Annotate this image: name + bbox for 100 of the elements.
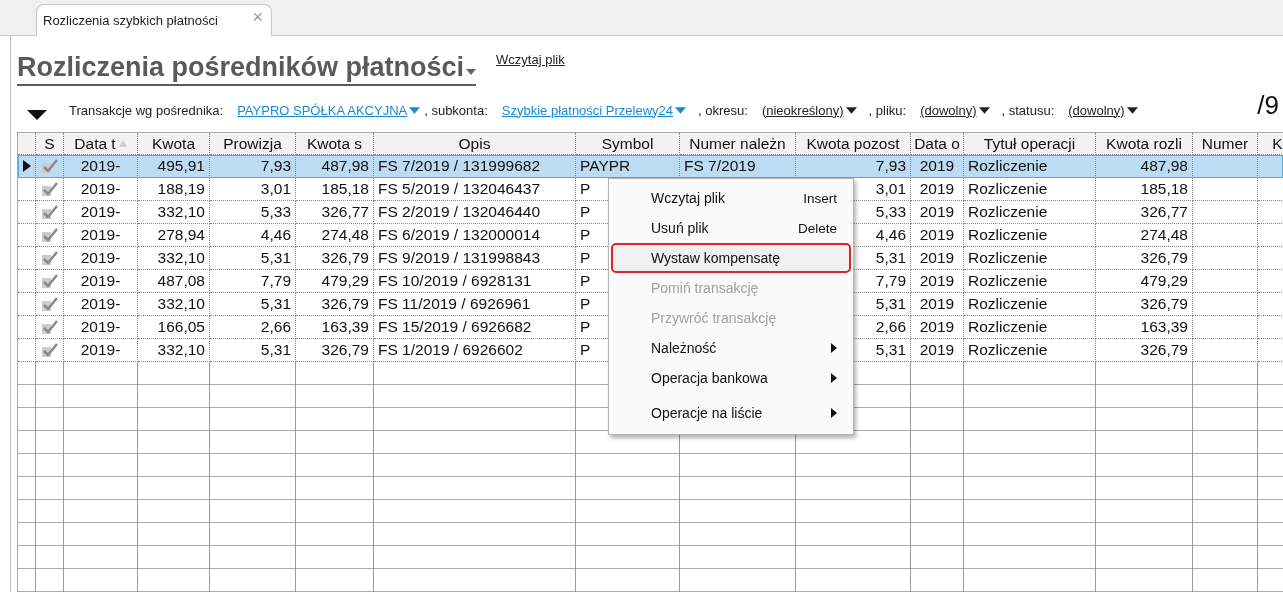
table-cell: FS 10/2019 / 6928131	[374, 270, 576, 293]
table-cell: 479,29	[296, 270, 374, 293]
checkmark-icon[interactable]	[40, 158, 59, 174]
caret-icon	[466, 68, 477, 75]
table-cell: 2019-	[64, 224, 138, 247]
caret-icon	[675, 106, 687, 114]
table-cell: 2019	[911, 270, 964, 293]
caret-icon	[978, 106, 990, 114]
table-cell: 2019-	[64, 293, 138, 316]
table-cell: Rozliczenie	[964, 293, 1096, 316]
filter-dropdown[interactable]: PAYPRO SPÓŁKA AKCYJNA	[237, 102, 421, 118]
table-cell: 3,01	[210, 178, 296, 201]
table-cell: FS 6/2019 / 132000014	[374, 224, 576, 247]
table-cell: FS 9/2019 / 131998843	[374, 247, 576, 270]
table-cell: 326,79	[296, 247, 374, 270]
table-cell: 2,66	[210, 316, 296, 339]
collapse-icon[interactable]	[27, 110, 47, 120]
menu-item[interactable]: Wystaw kompensatę	[611, 243, 851, 273]
checkmark-icon[interactable]	[40, 227, 59, 243]
table-cell: 2019	[911, 155, 964, 178]
checkmark-icon[interactable]	[40, 342, 59, 358]
table-cell: Rozliczenie	[964, 201, 1096, 224]
table-cell: 166,05	[138, 316, 210, 339]
checkmark-icon[interactable]	[40, 296, 59, 312]
caret-icon	[409, 106, 421, 114]
table-cell: 2019	[911, 293, 964, 316]
record-counter: /9	[1257, 89, 1279, 121]
table-cell: FS 7/2019 / 131999682	[374, 155, 576, 178]
checkmark-icon[interactable]	[40, 273, 59, 289]
table-cell: 326,79	[1096, 293, 1193, 316]
filter-label: , pliku:	[868, 102, 907, 118]
table-cell: 326,79	[1096, 247, 1193, 270]
table-cell: 7,93	[210, 155, 296, 178]
load-file-link[interactable]: Wczytaj plik	[496, 52, 565, 67]
table-cell: 2019-	[64, 155, 138, 178]
submenu-arrow-icon	[831, 408, 837, 418]
row-pointer-icon	[22, 160, 31, 172]
filter-label: , subkonta:	[424, 102, 488, 118]
table-cell: Rozliczenie	[964, 316, 1096, 339]
filter-dropdown[interactable]: (dowolny)	[920, 102, 990, 118]
table-cell: 188,19	[138, 178, 210, 201]
table-cell: 487,08	[138, 270, 210, 293]
table-cell: 5,33	[210, 201, 296, 224]
caret-icon	[1126, 106, 1138, 114]
menu-item[interactable]: Operacja bankowa	[611, 363, 851, 393]
table-cell: FS 15/2019 / 6926682	[374, 316, 576, 339]
table-cell: Rozliczenie	[964, 247, 1096, 270]
table-cell: Rozliczenie	[964, 178, 1096, 201]
table-cell: 7,79	[210, 270, 296, 293]
table-cell: 326,77	[1096, 201, 1193, 224]
tab[interactable]: Rozliczenia szybkich płatności ×	[36, 4, 272, 36]
table-cell: 278,94	[138, 224, 210, 247]
table-cell: 185,18	[1096, 178, 1193, 201]
checkmark-icon[interactable]	[40, 250, 59, 266]
table-cell: 326,77	[296, 201, 374, 224]
menu-item[interactable]: Operacje na liście	[611, 398, 851, 428]
table-cell: 2019-	[64, 201, 138, 224]
submenu-arrow-icon	[831, 343, 837, 353]
table-cell: 2019	[911, 247, 964, 270]
table-cell: Rozliczenie	[964, 270, 1096, 293]
table-cell: Rozliczenie	[964, 224, 1096, 247]
filter-label: , okresu:	[698, 102, 748, 118]
table-cell: 487,98	[296, 155, 374, 178]
table-cell: 487,98	[1096, 155, 1193, 178]
table-cell: 2019	[911, 201, 964, 224]
table-cell: 332,10	[138, 247, 210, 270]
table-cell: 332,10	[138, 201, 210, 224]
table-cell: 326,79	[296, 293, 374, 316]
table-cell: 2019-	[64, 270, 138, 293]
table-cell: FS 11/2019 / 6926961	[374, 293, 576, 316]
checkmark-icon[interactable]	[40, 181, 59, 197]
submenu-arrow-icon	[831, 373, 837, 383]
table-cell: 2019-	[64, 316, 138, 339]
table-cell: 2019-	[64, 178, 138, 201]
filter-dropdown[interactable]: (nieokreślony)	[761, 102, 857, 118]
table-cell: 2019-	[64, 247, 138, 270]
table-cell: 2019	[911, 224, 964, 247]
table-cell: 4,46	[210, 224, 296, 247]
table-cell: Rozliczenie	[964, 155, 1096, 178]
table-cell: FS 5/2019 / 132046437	[374, 178, 576, 201]
filter-dropdown[interactable]: Szybkie płatności Przelewy24	[501, 102, 687, 118]
checkmark-icon[interactable]	[40, 204, 59, 220]
filter-label: Transakcje wg pośrednika:	[69, 102, 224, 118]
table-cell: 5,31	[210, 247, 296, 270]
table-cell: 274,48	[1096, 224, 1193, 247]
table-cell: 274,48	[296, 224, 374, 247]
table-cell: 163,39	[1096, 316, 1193, 339]
table-cell: FS 2/2019 / 132046440	[374, 201, 576, 224]
checkmark-icon[interactable]	[40, 319, 59, 335]
table-cell: 479,29	[1096, 270, 1193, 293]
table-cell: 495,91	[138, 155, 210, 178]
table-cell: 2019	[911, 178, 964, 201]
filter-dropdown[interactable]: (dowolny)	[1068, 102, 1138, 118]
table-cell: 5,31	[210, 293, 296, 316]
table-cell: 163,39	[296, 316, 374, 339]
caret-icon	[845, 106, 857, 114]
page-title[interactable]: Rozliczenia pośredników płatności	[17, 52, 477, 86]
table-cell: 2019	[911, 316, 964, 339]
table-cell: 332,10	[138, 293, 210, 316]
table-cell: 185,18	[296, 178, 374, 201]
